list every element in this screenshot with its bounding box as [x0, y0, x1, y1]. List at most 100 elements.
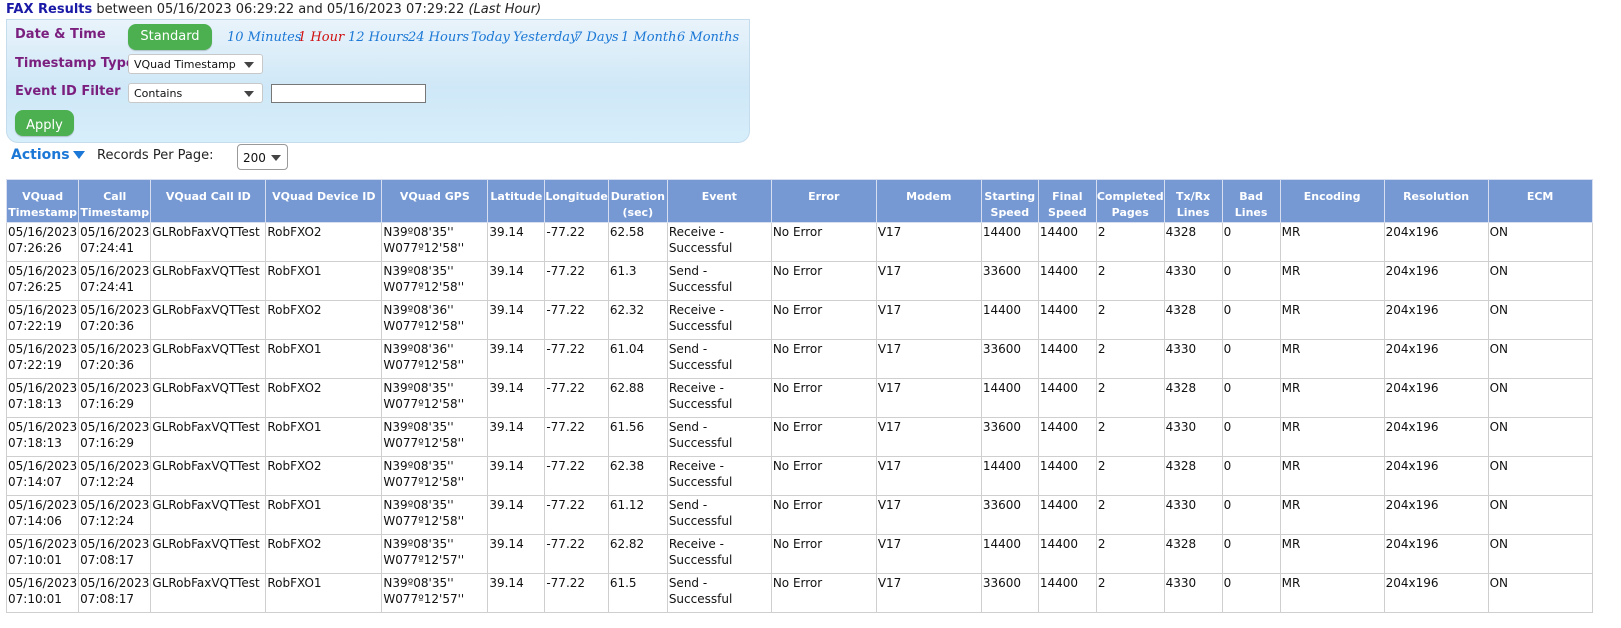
table-cell: 05/16/2023 07:26:25	[5, 261, 80, 301]
table-cell: RobFXO1	[265, 573, 383, 613]
quick-range-link[interactable]: 10 Minutes	[227, 30, 301, 45]
chevron-down-icon	[244, 91, 254, 97]
table-cell: Receive - Successful	[666, 300, 772, 340]
column-header[interactable]: VQuad Call ID	[150, 179, 267, 223]
column-header[interactable]: Encoding	[1279, 179, 1385, 223]
column-header[interactable]: ECM	[1487, 179, 1593, 223]
column-header[interactable]: Longitude	[544, 179, 609, 223]
table-cell: 14400	[1037, 261, 1097, 301]
table-cell: 14400	[1037, 534, 1097, 574]
apply-button[interactable]: Apply	[15, 110, 74, 136]
column-header[interactable]: VQuad Device ID	[265, 179, 383, 223]
table-cell: RobFXO1	[265, 261, 383, 301]
table-row[interactable]: 05/16/2023 07:18:13 05/16/2023 07:16:29 GL…	[5, 378, 1593, 418]
quick-range-link[interactable]: 24 Hours	[408, 30, 469, 45]
table-cell: 39.14	[487, 261, 546, 301]
timestamp-type-value: VQuad Timestamp	[134, 58, 236, 71]
table-cell: MR	[1279, 261, 1385, 301]
table-cell: 4330	[1163, 573, 1223, 613]
table-cell: N39º08'35'' W077º12'58''	[381, 261, 489, 301]
column-header[interactable]: Error	[770, 179, 877, 223]
table-row[interactable]: 05/16/2023 07:26:25 05/16/2023 07:24:41 GL…	[5, 261, 1593, 301]
actions-label: Actions	[11, 147, 70, 163]
table-cell: Send - Successful	[666, 495, 772, 535]
table-cell: No Error	[770, 261, 877, 301]
table-cell: 2	[1095, 339, 1165, 379]
table-row[interactable]: 05/16/2023 07:18:13 05/16/2023 07:16:29 GL…	[5, 417, 1593, 457]
column-header[interactable]: VQuad Timestamp	[5, 179, 80, 223]
table-cell: 2	[1095, 417, 1165, 457]
table-cell: Send - Successful	[666, 417, 772, 457]
table-cell: 0	[1221, 495, 1281, 535]
table-cell: 05/16/2023 07:20:36	[78, 300, 152, 340]
table-cell: Receive - Successful	[666, 456, 772, 496]
quick-range-link[interactable]: 6 Months	[677, 30, 739, 45]
table-row[interactable]: 05/16/2023 07:22:19 05/16/2023 07:20:36 GL…	[5, 339, 1593, 379]
timestamp-type-select[interactable]: VQuad Timestamp	[128, 54, 263, 74]
table-cell: 05/16/2023 07:16:29	[78, 378, 152, 418]
column-header[interactable]: Latitude	[487, 179, 546, 223]
table-cell: 0	[1221, 261, 1281, 301]
table-cell: -77.22	[544, 534, 609, 574]
table-cell: Send - Successful	[666, 573, 772, 613]
table-cell: 4328	[1163, 534, 1223, 574]
table-cell: N39º08'35'' W077º12'58''	[381, 456, 489, 496]
table-cell: -77.22	[544, 456, 609, 496]
table-cell: 4328	[1163, 300, 1223, 340]
event-id-filter-input[interactable]	[271, 84, 426, 103]
table-cell: V17	[875, 573, 982, 613]
table-cell: 05/16/2023 07:08:17	[78, 573, 152, 613]
table-cell: N39º08'35'' W077º12'57''	[381, 573, 489, 613]
chevron-down-icon	[271, 155, 281, 161]
column-header[interactable]: Resolution	[1383, 179, 1489, 223]
column-header[interactable]: Call Timestamp	[78, 179, 152, 223]
standard-button[interactable]: Standard	[128, 24, 212, 50]
column-header[interactable]: Bad Lines	[1221, 179, 1281, 223]
table-cell: -77.22	[544, 495, 609, 535]
column-header[interactable]: Completed Pages	[1095, 179, 1165, 223]
table-row[interactable]: 05/16/2023 07:14:07 05/16/2023 07:12:24 GL…	[5, 456, 1593, 496]
table-row[interactable]: 05/16/2023 07:22:19 05/16/2023 07:20:36 GL…	[5, 300, 1593, 340]
table-row[interactable]: 05/16/2023 07:10:01 05/16/2023 07:08:17 GL…	[5, 534, 1593, 574]
quick-range-link[interactable]: Yesterday	[513, 30, 577, 45]
quick-range-link[interactable]: 1 Hour	[298, 30, 344, 45]
actions-menu-button[interactable]: Actions	[11, 147, 85, 163]
table-cell: 2	[1095, 456, 1165, 496]
table-cell: ON	[1487, 339, 1593, 379]
table-cell: 05/16/2023 07:22:19	[5, 300, 80, 340]
column-header[interactable]: Final Speed	[1037, 179, 1097, 223]
table-cell: V17	[875, 378, 982, 418]
quick-range-link[interactable]: 7 Days	[574, 30, 619, 45]
column-header[interactable]: Duration (sec)	[607, 179, 668, 223]
records-per-page-select[interactable]: 200	[237, 144, 288, 170]
table-cell: 39.14	[487, 300, 546, 340]
table-cell: MR	[1279, 456, 1385, 496]
table-cell: No Error	[770, 339, 877, 379]
quick-range-link[interactable]: 12 Hours	[348, 30, 409, 45]
column-header[interactable]: Starting Speed	[980, 179, 1039, 223]
event-id-filter-mode-select[interactable]: Contains	[128, 83, 263, 103]
table-cell: 05/16/2023 07:12:24	[78, 495, 152, 535]
column-header[interactable]: Event	[666, 179, 772, 223]
table-row[interactable]: 05/16/2023 07:26:26 05/16/2023 07:24:41 GL…	[5, 222, 1593, 262]
column-header[interactable]: Tx/Rx Lines	[1163, 179, 1223, 223]
table-cell: MR	[1279, 300, 1385, 340]
table-cell: ON	[1487, 573, 1593, 613]
table-cell: -77.22	[544, 300, 609, 340]
table-cell: 05/16/2023 07:22:19	[5, 339, 80, 379]
table-cell: 61.12	[607, 495, 668, 535]
table-row[interactable]: 05/16/2023 07:10:01 05/16/2023 07:08:17 GL…	[5, 573, 1593, 613]
table-cell: 05/16/2023 07:14:06	[5, 495, 80, 535]
table-cell: GLRobFaxVQTTest	[150, 222, 267, 262]
table-cell: 14400	[1037, 456, 1097, 496]
table-cell: 62.58	[607, 222, 668, 262]
table-cell: 39.14	[487, 378, 546, 418]
timestamp-type-label: Timestamp Type	[15, 56, 135, 71]
table-row[interactable]: 05/16/2023 07:14:06 05/16/2023 07:12:24 GL…	[5, 495, 1593, 535]
column-header[interactable]: VQuad GPS	[381, 179, 489, 223]
column-header[interactable]: Modem	[875, 179, 982, 223]
table-cell: 62.32	[607, 300, 668, 340]
quick-range-link[interactable]: Today	[471, 30, 510, 45]
quick-range-link[interactable]: 1 Month	[621, 30, 677, 45]
table-cell: 62.38	[607, 456, 668, 496]
